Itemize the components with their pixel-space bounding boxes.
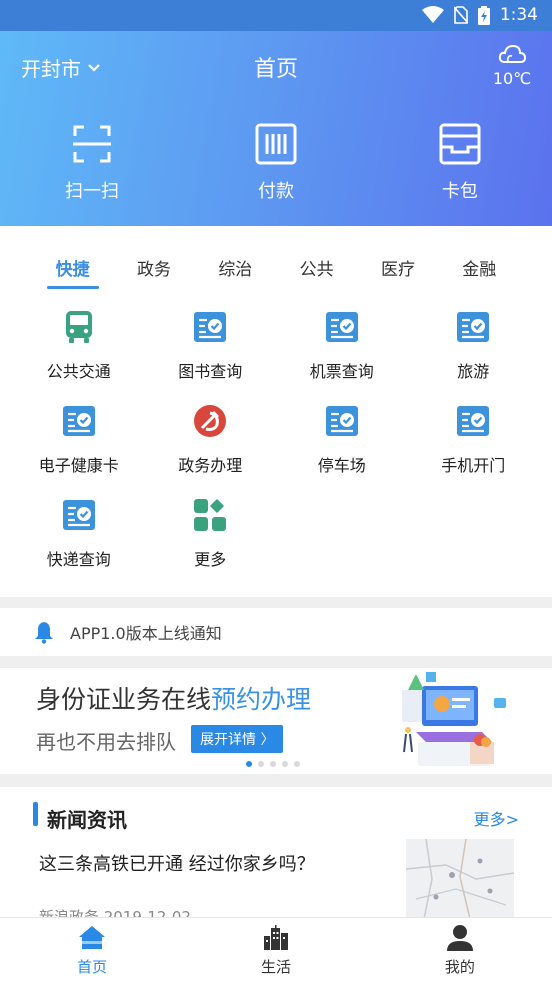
- service-travel[interactable]: 旅游: [408, 310, 540, 404]
- weather-widget[interactable]: 10℃: [492, 43, 532, 88]
- news-section-title: 新闻资讯: [47, 808, 127, 832]
- wifi-icon: [421, 6, 444, 23]
- tab-public[interactable]: 公共: [287, 255, 347, 289]
- news-more-link[interactable]: 更多>: [474, 806, 519, 830]
- home-icon: [78, 926, 105, 949]
- tabbar-home[interactable]: 首页: [0, 918, 184, 981]
- tabbar-profile[interactable]: 我的: [368, 918, 552, 981]
- document-check-icon: [62, 406, 95, 436]
- tab-government[interactable]: 政务: [124, 255, 184, 289]
- more-grid-icon: [194, 499, 227, 531]
- document-check-icon: [325, 406, 358, 436]
- news-section: 新闻资讯 更多> 这三条高铁已开通 经过你家乡吗？ 新浪政务 2019-12-0…: [0, 787, 552, 917]
- document-check-icon: [457, 312, 490, 342]
- tabbar-label: 生活: [260, 958, 291, 976]
- tabbar-label: 我的: [444, 958, 475, 976]
- service-grid: 公共交通 图书查询 机票查询 旅游 电子健康卡 政务办理 停车场 手机开门 快递…: [13, 310, 539, 592]
- scan-label: 扫一扫: [64, 181, 119, 202]
- service-label: 停车场: [317, 456, 366, 475]
- banner-subtitle: 再也不用去排队: [36, 730, 176, 754]
- tab-governance[interactable]: 综治: [205, 255, 265, 289]
- page-title: 首页: [253, 57, 298, 82]
- service-label: 快递查询: [46, 550, 111, 569]
- announcement-bar[interactable]: APP1.0版本上线通知: [0, 608, 552, 656]
- carousel-dot[interactable]: [282, 761, 288, 767]
- pay-button[interactable]: 付款: [184, 123, 368, 203]
- service-label: 更多: [194, 550, 227, 569]
- temperature: 10℃: [492, 69, 532, 88]
- card-wallet-label: 卡包: [441, 181, 478, 202]
- service-parking[interactable]: 停车场: [276, 404, 408, 498]
- service-label: 政务办理: [178, 456, 243, 475]
- bottom-tab-bar: 首页 生活 我的: [0, 917, 552, 981]
- tab-shortcuts[interactable]: 快捷: [43, 255, 103, 289]
- news-headline[interactable]: 这三条高铁已开通 经过你家乡吗？: [39, 850, 315, 876]
- section-accent-bar: [33, 802, 38, 826]
- city-buildings-icon: [263, 925, 288, 950]
- category-tabs: 快捷 政务 综治 公共 医疗 金融: [0, 255, 552, 289]
- service-label: 公共交通: [46, 362, 111, 381]
- carousel-indicator: [246, 761, 300, 767]
- service-health-card[interactable]: 电子健康卡: [13, 404, 145, 498]
- party-emblem-icon: [194, 405, 227, 437]
- service-label: 电子健康卡: [38, 456, 119, 475]
- tabbar-label: 首页: [76, 958, 107, 976]
- bus-icon: [65, 311, 92, 343]
- carousel-dot[interactable]: [270, 761, 276, 767]
- card-wallet-button[interactable]: 卡包: [368, 123, 552, 203]
- cloud-icon: [498, 44, 526, 63]
- service-label: 手机开门: [441, 456, 506, 475]
- document-check-icon: [62, 500, 95, 530]
- service-express-tracking[interactable]: 快递查询: [13, 498, 145, 592]
- service-label: 图书查询: [178, 362, 243, 381]
- bell-icon: [35, 622, 53, 644]
- card-wallet-icon: [439, 123, 481, 165]
- clock: 1:34: [499, 5, 538, 25]
- barcode-pay-icon: [255, 123, 297, 165]
- services-panel: 快捷 政务 综治 公共 医疗 金融 公共交通 图书查询 机票查询 旅游 电子健康…: [0, 226, 552, 597]
- scan-icon: [72, 125, 111, 163]
- no-sim-icon: [453, 6, 468, 24]
- news-source-date: 新浪政务 2019-12-02: [39, 908, 191, 917]
- document-check-icon: [325, 312, 358, 342]
- service-phone-door-open[interactable]: 手机开门: [408, 404, 540, 498]
- announcement-text: APP1.0版本上线通知: [70, 624, 222, 643]
- document-check-icon: [457, 406, 490, 436]
- service-label: 机票查询: [309, 362, 374, 381]
- document-check-icon: [194, 312, 227, 342]
- service-more[interactable]: 更多: [145, 498, 277, 592]
- user-icon: [446, 925, 473, 951]
- carousel-dot-active[interactable]: [246, 761, 252, 767]
- scan-button[interactable]: 扫一扫: [0, 123, 184, 203]
- expand-details-button[interactable]: 展开详情 〉: [191, 725, 284, 753]
- news-thumbnail[interactable]: [406, 839, 514, 917]
- header: 开封市 首页 10℃ 扫一扫 付款 卡包: [0, 31, 552, 226]
- tabbar-life[interactable]: 生活: [184, 918, 368, 981]
- pay-label: 付款: [257, 181, 294, 202]
- tab-medical[interactable]: 医疗: [368, 255, 428, 289]
- banner-illustration: [402, 672, 506, 766]
- status-bar: 1:34: [0, 0, 552, 31]
- carousel-dot[interactable]: [294, 761, 300, 767]
- service-label: 旅游: [457, 362, 490, 381]
- battery-charging-icon: [477, 5, 490, 25]
- promo-banner[interactable]: 身份证业务在线预约办理 再也不用去排队 展开详情 〉: [0, 668, 552, 774]
- service-government-affairs[interactable]: 政务办理: [145, 404, 277, 498]
- quick-actions: 扫一扫 付款 卡包: [0, 123, 552, 203]
- carousel-dot[interactable]: [258, 761, 264, 767]
- service-flight-search[interactable]: 机票查询: [276, 310, 408, 404]
- tab-finance[interactable]: 金融: [449, 255, 509, 289]
- service-library-search[interactable]: 图书查询: [145, 310, 277, 404]
- service-public-transport[interactable]: 公共交通: [13, 310, 145, 404]
- banner-title: 身份证业务在线预约办理: [36, 685, 312, 714]
